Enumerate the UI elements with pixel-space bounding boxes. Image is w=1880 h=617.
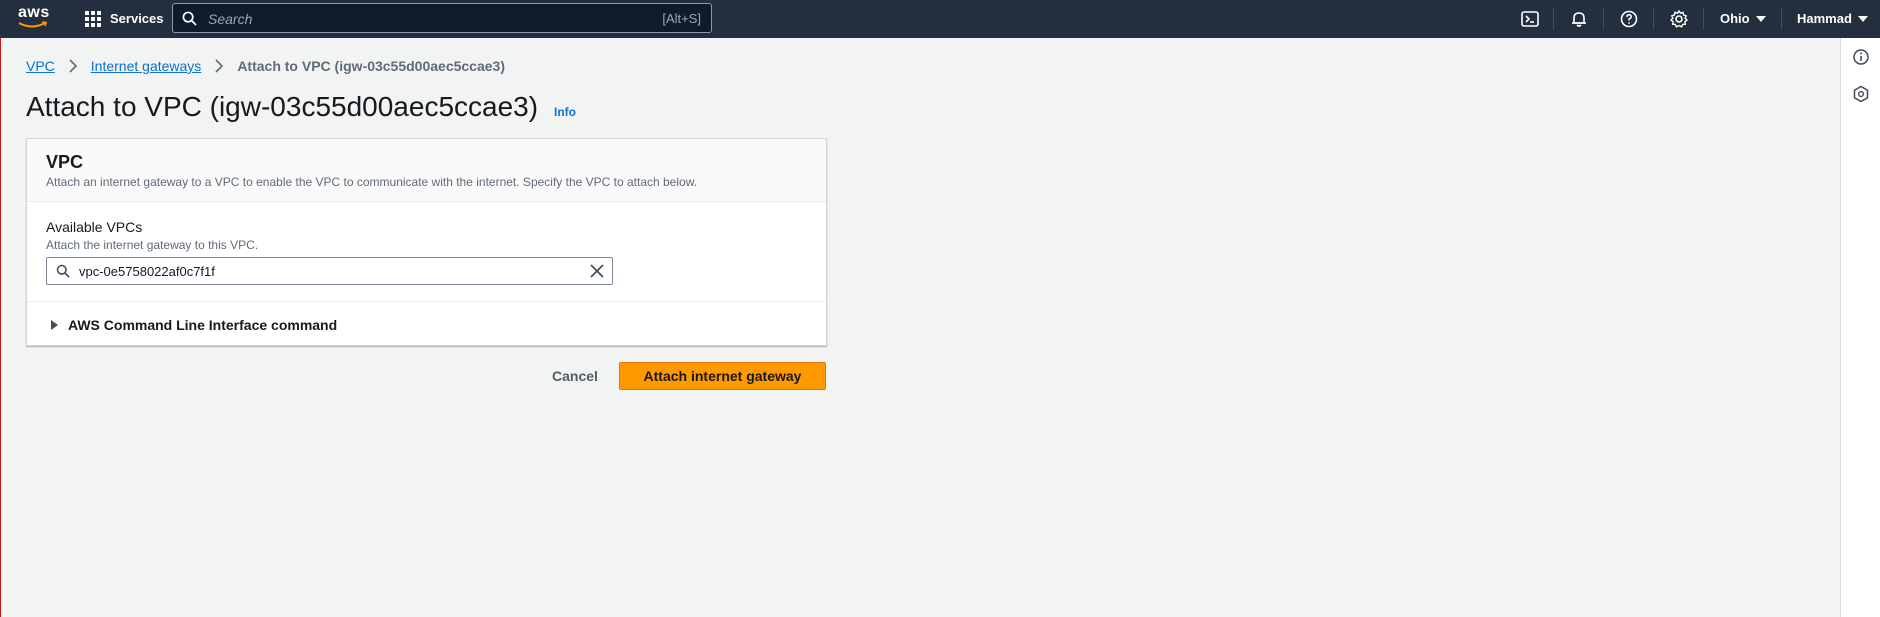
- search-icon: [56, 264, 70, 278]
- nav-divider: [1553, 8, 1554, 30]
- vpc-container: VPC Attach an internet gateway to a VPC …: [26, 138, 827, 346]
- tools-rail: [1840, 38, 1880, 617]
- chevron-right-icon: [69, 59, 77, 73]
- chevron-right-icon: [215, 59, 224, 73]
- available-vpcs-label: Available VPCs: [46, 219, 143, 235]
- user-label: Hammad: [1797, 11, 1852, 26]
- container-header: VPC Attach an internet gateway to a VPC …: [27, 139, 826, 202]
- nav-divider: [1603, 8, 1604, 30]
- breadcrumb-link-internet-gateways[interactable]: Internet gateways: [91, 58, 202, 74]
- search-shortcut-hint: [Alt+S]: [662, 11, 701, 26]
- top-nav-bar: aws Services Search [Alt+S] Ohio Hammad: [0, 0, 1880, 38]
- region-selector[interactable]: Ohio: [1720, 11, 1766, 27]
- caret-down-icon: [1755, 15, 1766, 22]
- search-placeholder: Search: [208, 11, 253, 27]
- available-vpcs-description: Attach the internet gateway to this VPC.: [46, 238, 259, 252]
- section-divider: [27, 301, 826, 302]
- aws-logo-text: aws: [18, 4, 50, 21]
- region-label: Ohio: [1720, 11, 1750, 26]
- caret-down-icon: [1857, 15, 1868, 22]
- info-icon[interactable]: [1852, 48, 1870, 66]
- expander-label: AWS Command Line Interface command: [68, 317, 338, 333]
- cli-command-expander[interactable]: AWS Command Line Interface command: [51, 317, 337, 333]
- account-menu[interactable]: Hammad: [1797, 11, 1868, 27]
- attach-internet-gateway-button[interactable]: Attach internet gateway: [619, 362, 826, 390]
- breadcrumb-current: Attach to VPC (igw-03c55d00aec5ccae3): [237, 58, 505, 74]
- vpc-input-value: vpc-0e5758022af0c7f1f: [79, 264, 215, 279]
- global-search-input[interactable]: Search [Alt+S]: [172, 3, 712, 33]
- breadcrumb-link-vpc[interactable]: VPC: [26, 58, 55, 74]
- resources-icon[interactable]: [1852, 85, 1870, 103]
- container-description: Attach an internet gateway to a VPC to e…: [46, 175, 698, 189]
- nav-divider: [1781, 8, 1782, 30]
- search-icon: [182, 11, 197, 26]
- window-edge: [0, 38, 1, 617]
- breadcrumb: VPC Internet gateways Attach to VPC (igw…: [26, 58, 505, 74]
- vpc-autosuggest-input[interactable]: vpc-0e5758022af0c7f1f: [46, 257, 613, 285]
- info-link[interactable]: Info: [554, 105, 576, 119]
- nav-divider: [1653, 8, 1654, 30]
- cloudshell-icon[interactable]: [1520, 9, 1540, 29]
- services-menu[interactable]: Services: [110, 10, 164, 27]
- help-icon[interactable]: [1619, 9, 1639, 29]
- aws-logo[interactable]: aws: [18, 5, 54, 31]
- container-title: VPC: [46, 152, 84, 172]
- caret-right-icon: [51, 320, 58, 330]
- services-grid-icon[interactable]: [85, 11, 101, 27]
- nav-divider: [1703, 8, 1704, 30]
- page-title: Attach to VPC (igw-03c55d00aec5ccae3): [26, 91, 539, 122]
- clear-icon[interactable]: [589, 263, 605, 279]
- settings-icon[interactable]: [1669, 9, 1689, 29]
- bell-icon[interactable]: [1569, 9, 1589, 29]
- cancel-button[interactable]: Cancel: [545, 363, 605, 389]
- aws-smile-icon: [18, 21, 48, 28]
